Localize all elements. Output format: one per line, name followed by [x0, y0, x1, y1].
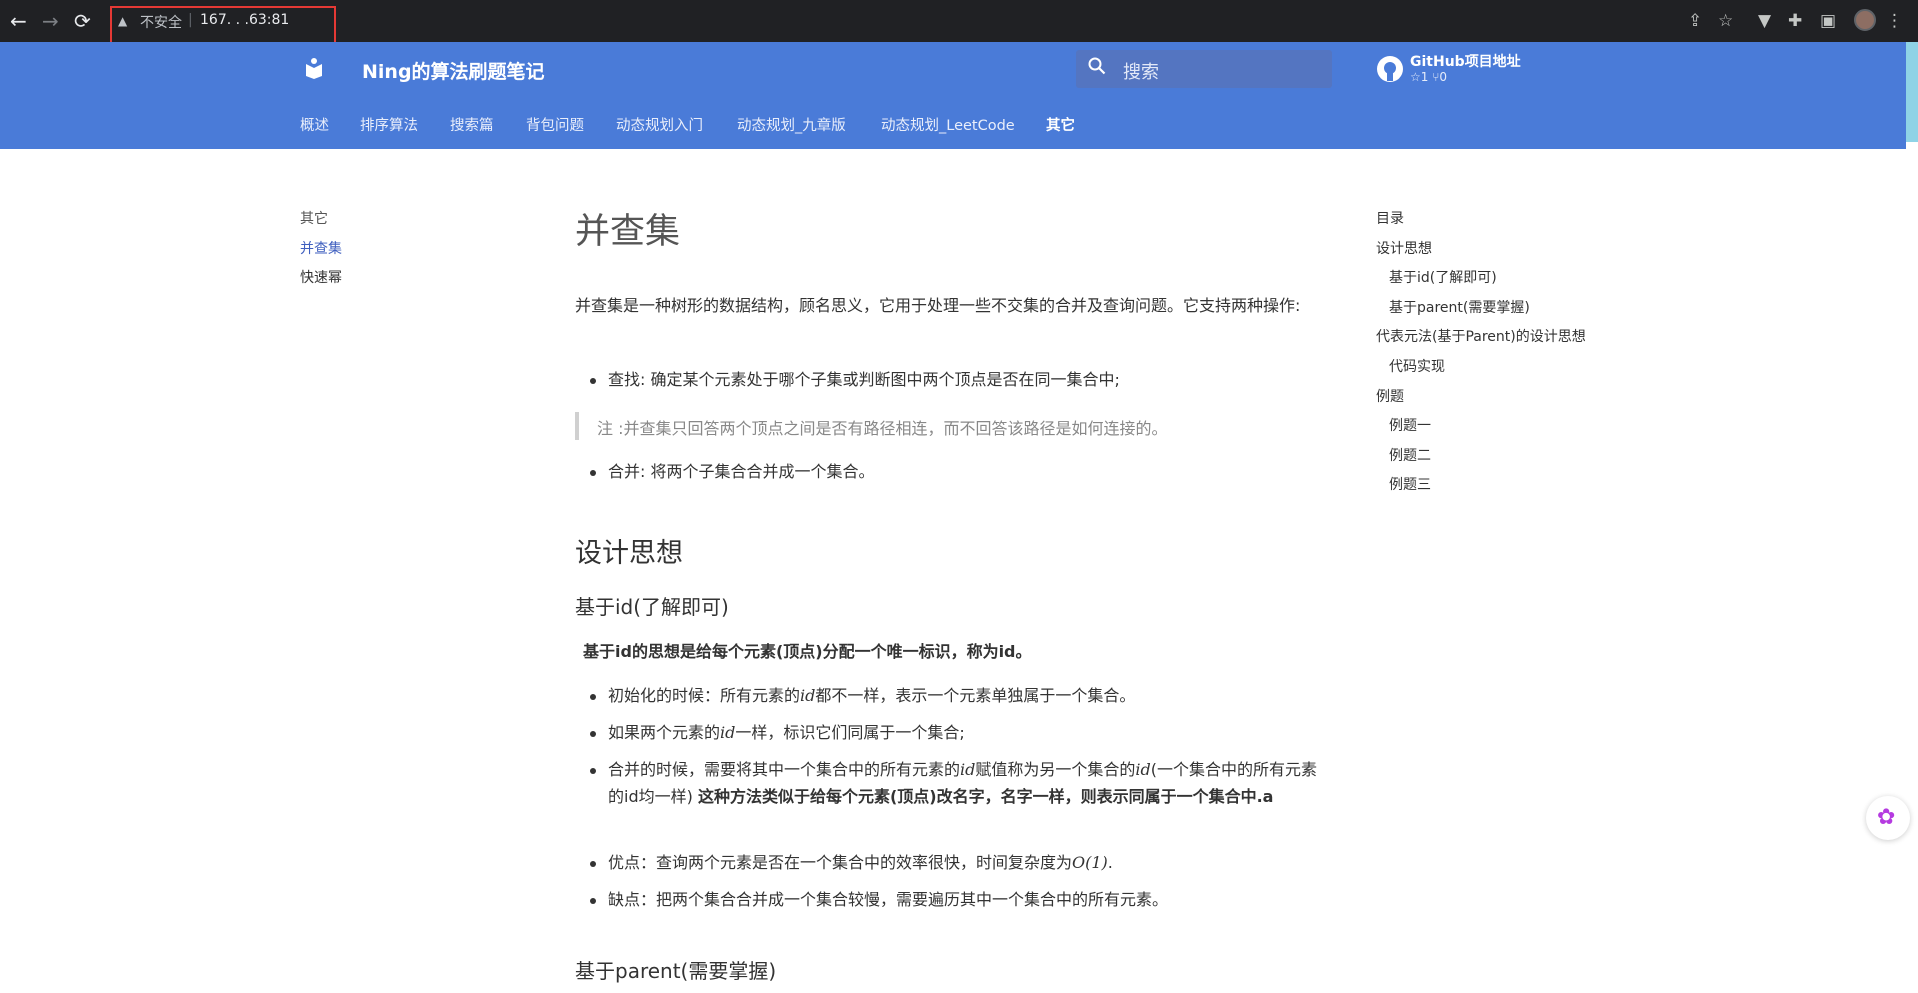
list-item-pros: 优点：查询两个元素是否在一个集合中的效率很快，时间复杂度为O(1). — [608, 853, 1113, 872]
toc-item-example-1[interactable]: 例题一 — [1389, 415, 1431, 435]
note-blockquote: 注 :并查集只回答两个顶点之间是否有路径相连，而不回答该路径是如何连接的。 — [575, 412, 1331, 440]
intro-paragraph: 并查集是一种树形的数据结构，顾名思义，它用于处理一些不交集的合并及查询问题。它支… — [575, 296, 1301, 315]
sidebar-section-title: 其它 — [300, 211, 328, 227]
sidebar-item-unionfind[interactable]: 并查集 — [300, 238, 342, 258]
heading-design: 设计思想 — [575, 538, 683, 569]
nav-dp-leetcode[interactable]: 动态规划_LeetCode — [881, 114, 1015, 135]
sidebar-item-fastpow[interactable]: 快速幂 — [300, 267, 342, 287]
github-stats: ☆1 ⑂0 — [1410, 70, 1448, 84]
nav-sorting[interactable]: 排序算法 — [360, 114, 418, 135]
list-bullet — [590, 694, 596, 700]
list-item-init: 初始化的时候：所有元素的id都不一样，表示一个元素单独属于一个集合。 — [608, 686, 1136, 705]
toc-item-examples[interactable]: 例题 — [1376, 386, 1404, 406]
address-bar[interactable] — [112, 6, 1672, 36]
back-icon[interactable]: ← — [10, 10, 27, 32]
toc-item-example-2[interactable]: 例题二 — [1389, 445, 1431, 465]
list-bullet — [590, 861, 596, 867]
search-input[interactable] — [1076, 50, 1332, 88]
toc-item-code[interactable]: 代码实现 — [1389, 356, 1445, 376]
toc-title: 目录 — [1376, 211, 1404, 227]
toc-item-example-3[interactable]: 例题三 — [1389, 474, 1431, 494]
github-icon[interactable] — [1376, 55, 1404, 83]
extension-v-icon[interactable]: ▼ — [1758, 11, 1771, 31]
page-title: 并查集 — [575, 212, 681, 252]
toc-item-design[interactable]: 设计思想 — [1376, 238, 1432, 258]
reload-icon[interactable]: ⟳ — [74, 10, 91, 32]
puzzle-icon[interactable]: ✚ — [1788, 11, 1802, 31]
insecure-label[interactable]: 不安全 — [140, 12, 182, 32]
nav-overview[interactable]: 概述 — [300, 114, 329, 135]
warning-icon[interactable]: ▲ — [118, 14, 127, 28]
ai-assistant-button[interactable]: ✿ — [1866, 796, 1910, 840]
brain-icon: ✿ — [1877, 805, 1896, 830]
toc-item-representative[interactable]: 代表元法(基于Parent)的设计思想 — [1376, 326, 1586, 346]
scrollbar[interactable] — [1906, 42, 1918, 142]
book-logo-icon[interactable] — [302, 56, 326, 80]
list-bullet — [590, 768, 596, 774]
bookmark-star-icon[interactable]: ☆ — [1718, 11, 1733, 31]
browser-toolbar: ← → ⟳ ▲ 不安全 | 167. . .63:81 ⇪ ☆ ▼ ✚ ▣ ⋮ — [0, 0, 1918, 44]
share-icon[interactable]: ⇪ — [1688, 11, 1702, 31]
search-placeholder: 搜索 — [1123, 62, 1159, 83]
list-item-cons: 缺点：把两个集合合并成一个集合较慢，需要遍历其中一个集合中的所有元素。 — [608, 890, 1169, 909]
sidepanel-icon[interactable]: ▣ — [1820, 11, 1836, 31]
list-item-merge: 合并的时候，需要将其中一个集合中的所有元素的id赋值称为另一个集合的id(一个集… — [608, 760, 1317, 806]
heading-by-parent: 基于parent(需要掌握) — [575, 959, 777, 983]
note-text: 注 :并查集只回答两个顶点之间是否有路径相连，而不回答该路径是如何连接的。 — [597, 419, 1168, 438]
forward-icon[interactable]: → — [42, 10, 59, 32]
address-separator: | — [188, 12, 193, 28]
list-item-union: 合并: 将两个子集合合并成一个集合。 — [608, 462, 875, 481]
github-link[interactable]: GitHub项目地址 — [1410, 51, 1521, 71]
site-brand[interactable]: Ning的算法刷题笔记 — [362, 57, 545, 84]
menu-icon[interactable]: ⋮ — [1886, 11, 1903, 31]
nav-search[interactable]: 搜索篇 — [450, 114, 494, 135]
list-bullet — [590, 898, 596, 904]
url-text[interactable]: 167. . .63:81 — [200, 12, 289, 28]
list-bullet — [590, 378, 596, 384]
heading-by-id: 基于id(了解即可) — [575, 595, 729, 619]
nav-dp-intro[interactable]: 动态规划入门 — [616, 114, 703, 135]
search-icon — [1088, 57, 1106, 75]
toc-item-by-parent[interactable]: 基于parent(需要掌握) — [1389, 297, 1530, 317]
avatar[interactable] — [1854, 9, 1876, 31]
list-item-find: 查找: 确定某个元素处于哪个子集或判断图中两个顶点是否在同一集合中; — [608, 370, 1120, 389]
list-bullet — [590, 731, 596, 737]
nav-dp-jiuzhang[interactable]: 动态规划_九章版 — [737, 114, 846, 135]
list-item-same-id: 如果两个元素的id一样，标识它们同属于一个集合; — [608, 723, 965, 742]
id-summary: 基于id的思想是给每个元素(顶点)分配一个唯一标识，称为id。 — [583, 642, 1032, 661]
toc-item-by-id[interactable]: 基于id(了解即可) — [1389, 267, 1497, 287]
nav-other[interactable]: 其它 — [1046, 114, 1075, 135]
nav-knapsack[interactable]: 背包问题 — [526, 114, 584, 135]
list-bullet — [590, 470, 596, 476]
